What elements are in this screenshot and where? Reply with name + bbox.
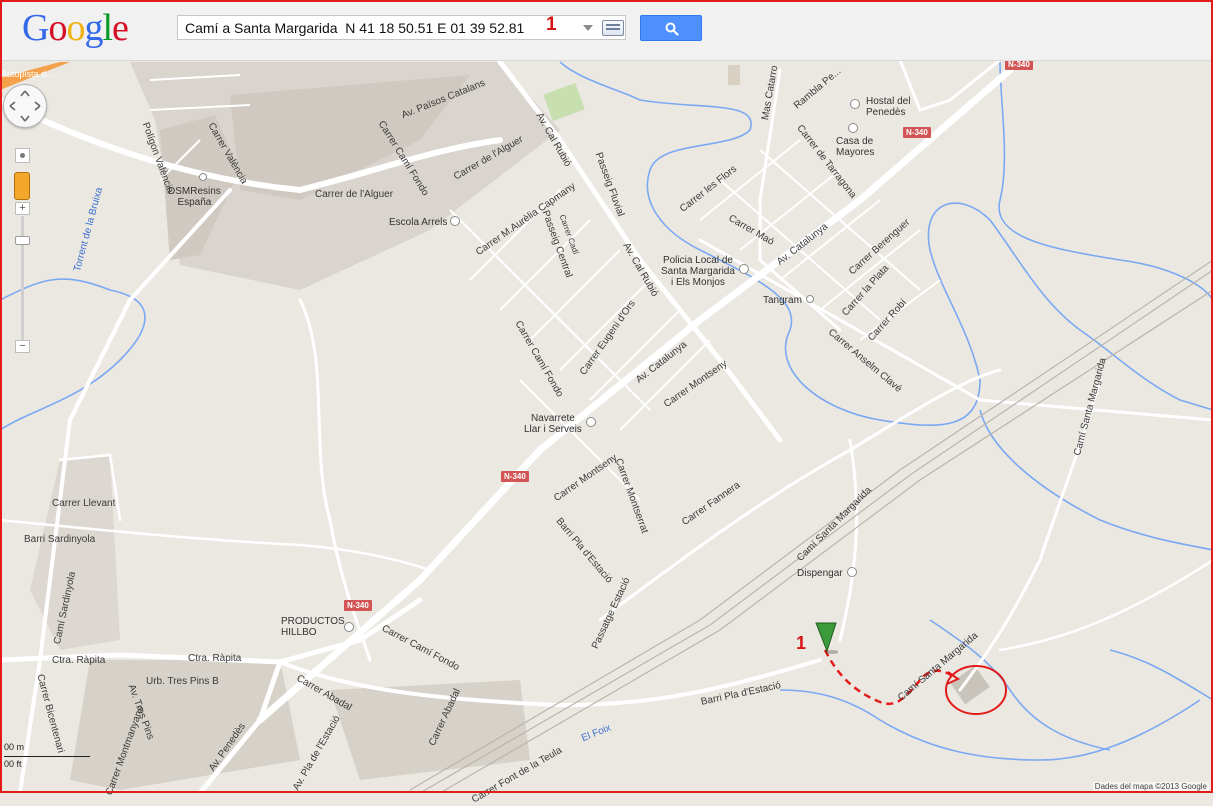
zoom-out-button[interactable]: − — [15, 340, 30, 353]
road-label: Autopista d... — [1, 69, 54, 79]
pegman-icon[interactable] — [14, 172, 30, 200]
road-shield: N-340 — [501, 471, 529, 482]
poi-label[interactable]: Dispengar — [797, 568, 843, 579]
poi-label[interactable]: Hostal del Penedès — [866, 96, 910, 118]
scale-feet: 00 ft — [4, 759, 22, 769]
zoom-slider-track[interactable] — [21, 216, 24, 340]
pan-control[interactable] — [3, 84, 47, 128]
school-icon[interactable] — [450, 216, 460, 226]
street-label: Ctra. Ràpita — [52, 655, 106, 666]
search-input[interactable]: Camí a Santa Margarida N 41 18 50.51 E 0… — [177, 15, 626, 40]
place-icon[interactable] — [848, 123, 858, 133]
poi-label[interactable]: Escola Arrels — [389, 217, 447, 228]
logo-letter: o — [66, 7, 85, 49]
place-icon[interactable] — [806, 295, 814, 303]
poi-label[interactable]: PRODUCTOS HILLBO — [281, 616, 345, 638]
keyboard-icon[interactable] — [602, 20, 624, 36]
marker-annotation-number: 1 — [796, 633, 807, 653]
poi-label[interactable]: Casa de Mayores — [836, 136, 874, 158]
zoom-in-button[interactable]: + — [15, 202, 30, 215]
header-bar: Google Camí a Santa Margarida N 41 18 50… — [0, 0, 1213, 61]
restaurant-icon[interactable] — [344, 622, 354, 632]
hotel-icon[interactable] — [850, 99, 860, 109]
logo-letter: g — [84, 7, 103, 49]
police-icon[interactable] — [739, 264, 749, 274]
google-logo[interactable]: Google — [22, 7, 129, 49]
search-icon — [665, 22, 679, 36]
pan-arrows-icon — [9, 90, 41, 122]
scale-bar: 00 m 00 ft — [4, 742, 90, 769]
road-shield: N-340 — [344, 600, 372, 611]
street-label: Carrer de l'Alguer — [315, 189, 394, 200]
poi-label[interactable]: Policia Local de Santa Margarida i Els M… — [661, 255, 735, 288]
zoom-slider-handle[interactable] — [15, 236, 30, 245]
street-label: Carrer Llevant — [52, 498, 116, 509]
street-label: Barri Sardinyola — [24, 534, 96, 545]
poi-label[interactable]: DSMResins España — [168, 186, 221, 208]
logo-letter: G — [22, 7, 49, 49]
search-button[interactable] — [640, 15, 702, 41]
bar-icon[interactable] — [847, 567, 857, 577]
search-query-text: Camí a Santa Margarida N 41 18 50.51 E 0… — [185, 20, 525, 36]
poi-label[interactable]: Tangram — [763, 295, 802, 306]
logo-letter: l — [102, 7, 113, 49]
search-annotation-number: 1 — [546, 14, 557, 35]
street-label: Ctra. Ràpita — [188, 653, 242, 664]
chevron-down-icon[interactable] — [583, 25, 593, 31]
poi-label[interactable]: Navarrete Llar i Serveis — [524, 413, 582, 435]
logo-letter: o — [48, 7, 67, 49]
shop-icon[interactable] — [586, 417, 596, 427]
map-marker-icon[interactable] — [814, 621, 838, 655]
logo-letter: e — [112, 7, 129, 49]
road-shield: N-340 — [903, 127, 931, 138]
place-icon[interactable] — [199, 173, 207, 181]
street-view-button[interactable] — [15, 148, 30, 163]
scale-meters: 00 m — [4, 742, 25, 752]
map-attribution[interactable]: Dades del mapa ©2013 Google — [1092, 782, 1209, 791]
map-canvas[interactable]: N-340 N-340 N-340 N-340 Av. Països Catal… — [0, 59, 1213, 806]
street-label: Urb. Tres Pins B — [146, 676, 219, 687]
